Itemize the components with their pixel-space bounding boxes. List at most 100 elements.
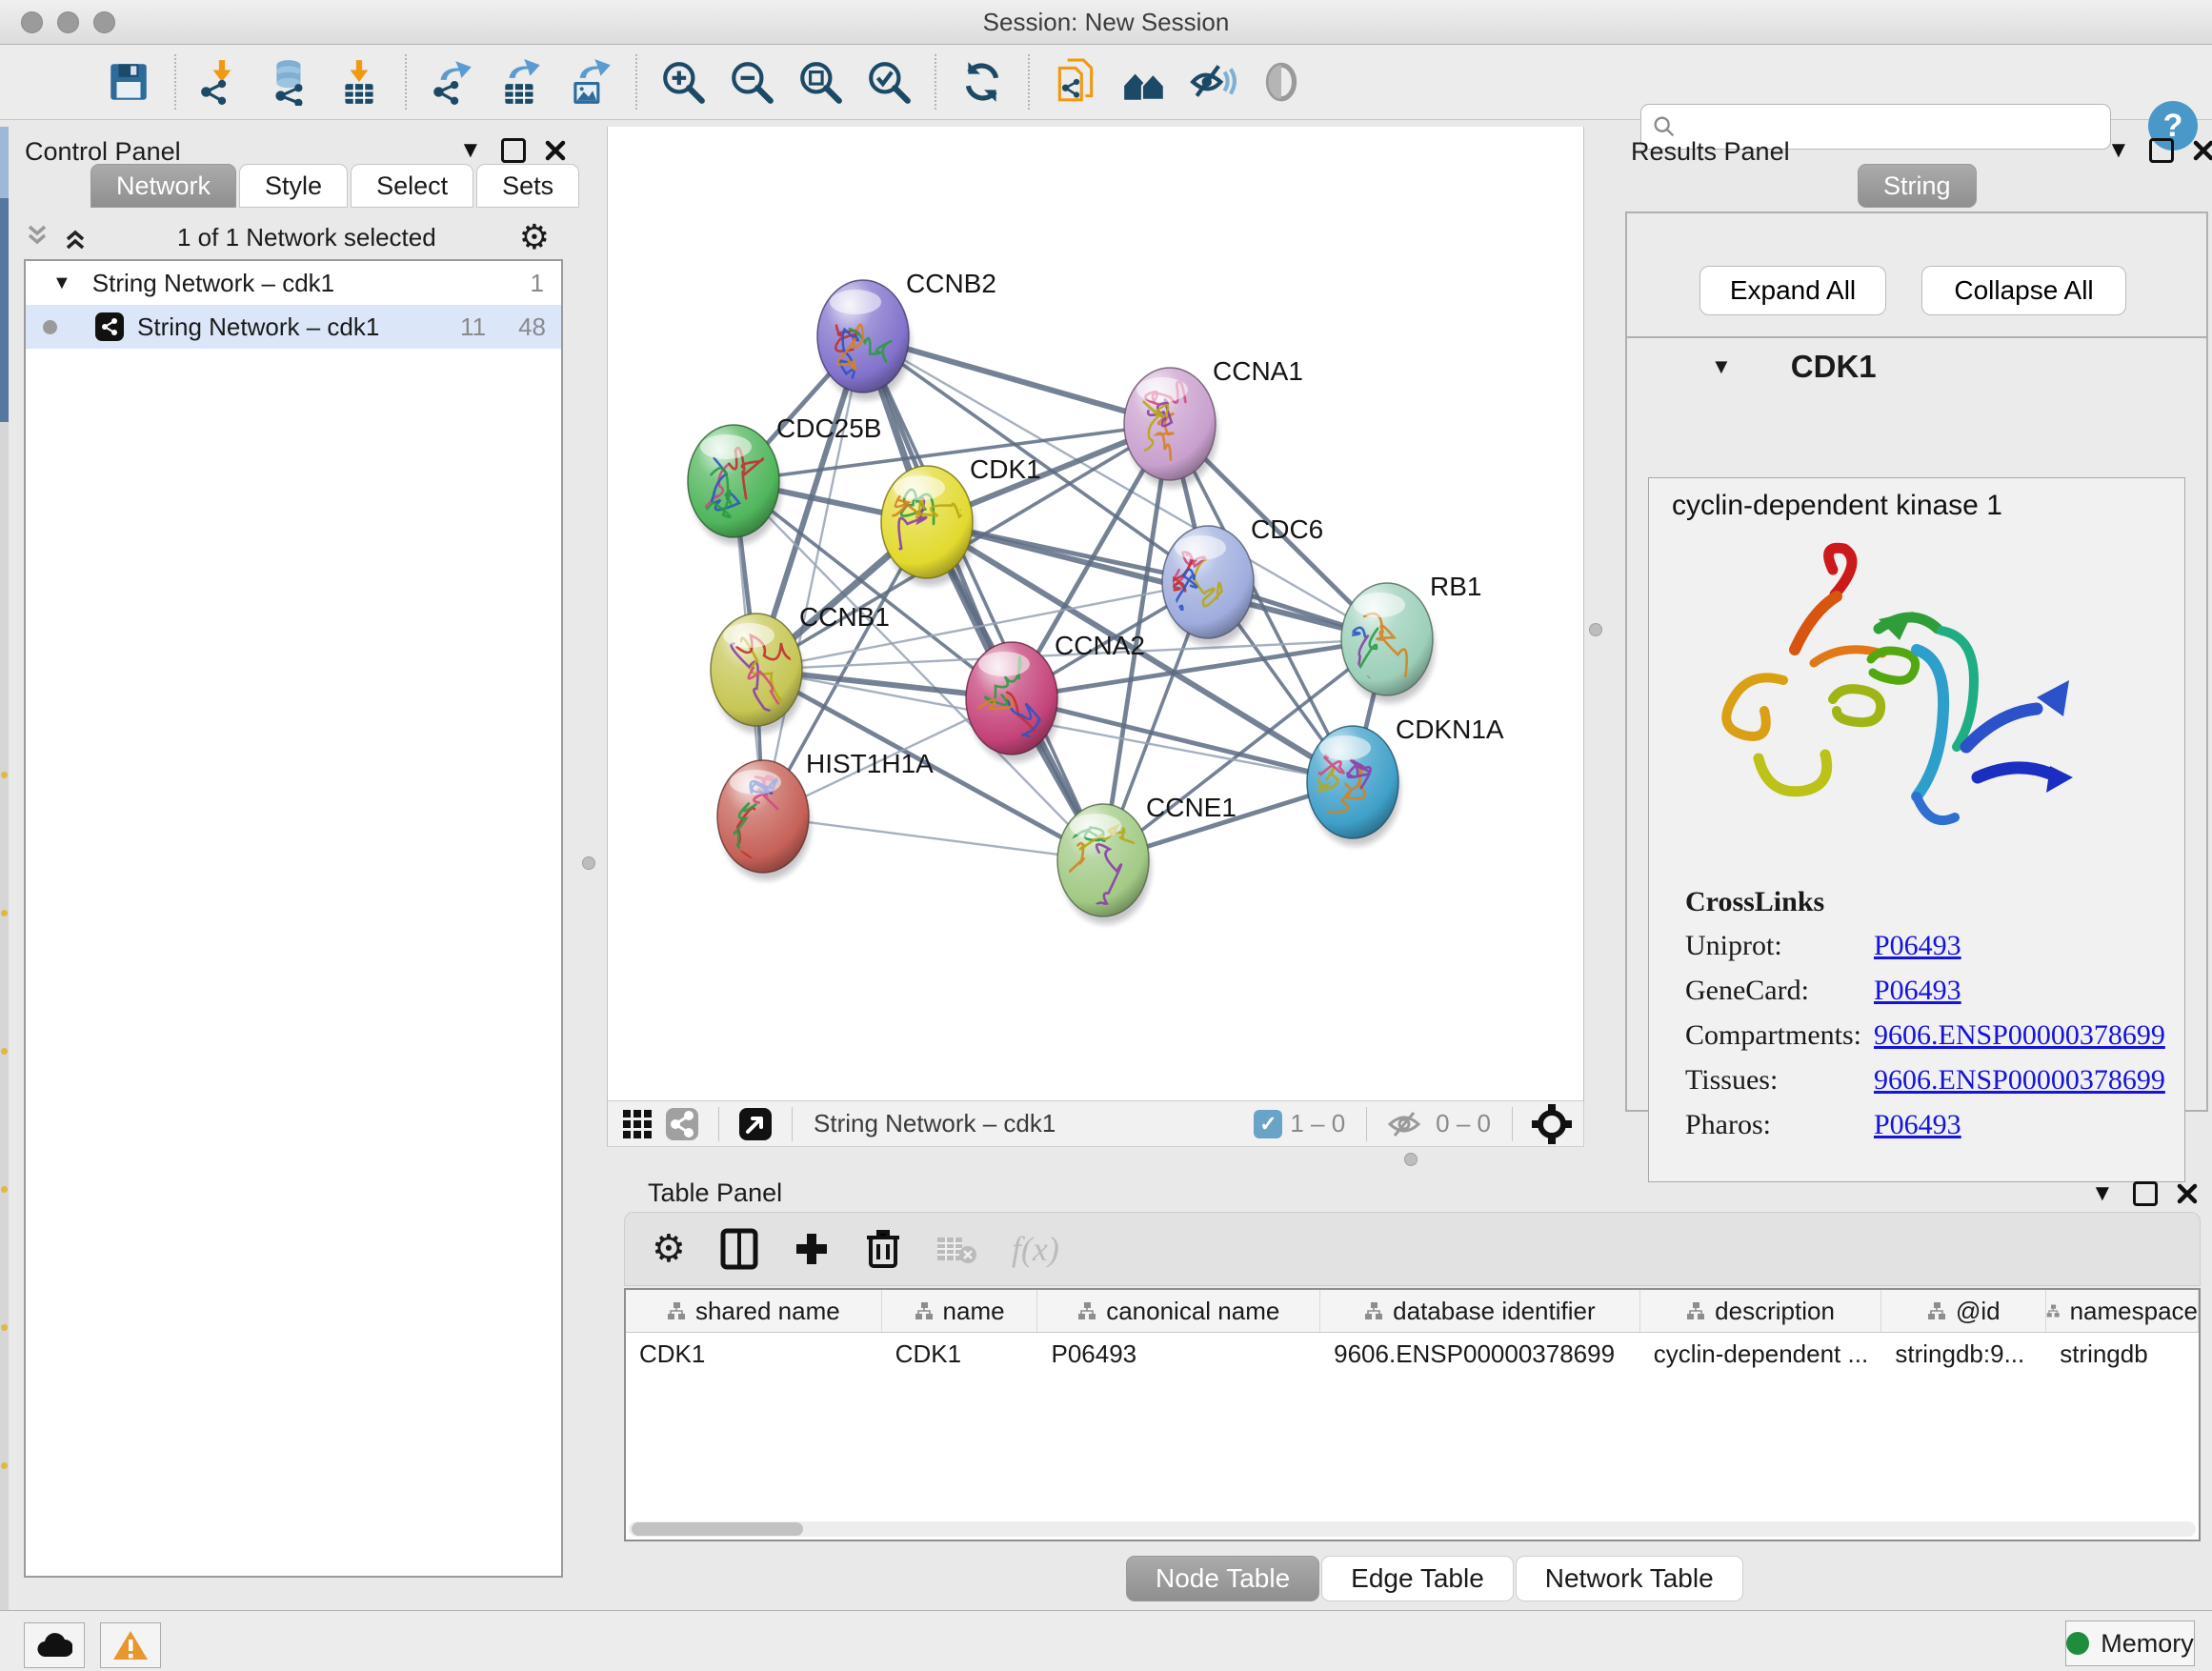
network-node-ccne1[interactable] xyxy=(1055,804,1149,916)
tab-node-table[interactable]: Node Table xyxy=(1126,1556,1319,1601)
collapse-all-networks-icon[interactable] xyxy=(24,223,56,252)
memory-button[interactable]: Memory xyxy=(2065,1621,2195,1666)
export-table-button[interactable] xyxy=(493,54,549,110)
collapse-all-button[interactable]: Collapse All xyxy=(1921,266,2126,315)
delete-column-icon[interactable] xyxy=(865,1228,901,1270)
crosslink-link[interactable]: P06493 xyxy=(1874,975,1961,1006)
right-divider-grip[interactable] xyxy=(1589,623,1602,636)
import-table-file-button[interactable] xyxy=(332,54,387,110)
network-node-ccnb2[interactable] xyxy=(817,280,909,394)
first-neighbors-button[interactable] xyxy=(1116,54,1172,110)
results-panel-close-icon[interactable] xyxy=(2193,140,2212,161)
crosslink-link[interactable]: 9606.ENSP00000378699 xyxy=(1874,1019,2165,1051)
zoom-selected-button[interactable] xyxy=(861,54,916,110)
tab-network[interactable]: Network xyxy=(90,164,236,208)
tab-select[interactable]: Select xyxy=(351,164,473,208)
cloud-status-button[interactable] xyxy=(24,1622,85,1668)
zoom-fit-icon xyxy=(796,58,844,106)
open-in-new-window-icon[interactable] xyxy=(738,1107,773,1141)
network-node-hist1h1a[interactable] xyxy=(717,760,809,873)
cloud-icon xyxy=(36,1632,72,1659)
expander-icon[interactable]: ▼ xyxy=(52,272,71,294)
network-canvas[interactable]: CCNB2CCNA1CDC25BCDK1CDC6RB1CCNB1CCNA2CDK… xyxy=(607,127,1584,1100)
control-panel-float-icon[interactable] xyxy=(501,138,526,163)
table-panel-close-icon[interactable] xyxy=(2177,1183,2198,1204)
gene-section-header[interactable]: ▼ CDK1 xyxy=(1627,338,2206,395)
expand-all-button[interactable]: Expand All xyxy=(1699,266,1886,315)
control-panel-menu-icon[interactable]: ▼ xyxy=(459,139,482,162)
warnings-button[interactable] xyxy=(100,1622,161,1668)
add-column-icon[interactable] xyxy=(793,1230,831,1268)
tab-string[interactable]: String xyxy=(1858,164,1977,208)
cell-shared-name[interactable]: CDK1 xyxy=(626,1333,882,1375)
export-image-button[interactable] xyxy=(562,54,617,110)
table-panel-float-icon[interactable] xyxy=(2133,1181,2158,1206)
network-node-rb1[interactable] xyxy=(1328,583,1433,714)
network-node-ccna1[interactable] xyxy=(1124,368,1216,480)
zoom-in-button[interactable] xyxy=(655,54,711,110)
network-options-gear-icon[interactable]: ⚙ xyxy=(519,220,550,254)
node-table-row[interactable]: CDK1CDK1P064939606.ENSP00000378699cyclin… xyxy=(626,1333,2199,1375)
grid-view-icon[interactable] xyxy=(621,1108,654,1140)
import-network-file-button[interactable] xyxy=(194,54,250,110)
cell-database-identifier[interactable]: 9606.ENSP00000378699 xyxy=(1320,1333,1640,1375)
crosslink-link[interactable]: 9606.ENSP00000378699 xyxy=(1874,1064,2165,1096)
table-panel-menu-icon[interactable]: ▼ xyxy=(2091,1182,2114,1205)
column-header-name[interactable]: name xyxy=(882,1290,1038,1332)
control-panel-close-icon[interactable] xyxy=(545,140,566,161)
gene-expander-icon[interactable]: ▼ xyxy=(1711,354,1732,379)
show-all-button[interactable] xyxy=(1254,54,1309,110)
selected-count-checkbox[interactable]: ✓ xyxy=(1254,1110,1282,1138)
horizontal-divider-grip[interactable] xyxy=(1404,1153,1418,1166)
zoom-out-icon xyxy=(728,58,775,106)
open-session-button[interactable] xyxy=(32,54,88,110)
cell-name[interactable]: CDK1 xyxy=(882,1333,1038,1375)
column-header-namespace[interactable]: namespace xyxy=(2046,1290,2199,1332)
tab-sets[interactable]: Sets xyxy=(476,164,579,208)
expand-all-networks-icon[interactable] xyxy=(62,223,94,252)
tab-style[interactable]: Style xyxy=(239,164,348,208)
crosslink-row: GeneCard:P06493 xyxy=(1685,975,2165,1019)
zoom-out-button[interactable] xyxy=(724,54,779,110)
network-row-selected[interactable]: String Network – cdk1 11 48 xyxy=(26,305,561,349)
memory-label: Memory xyxy=(2101,1629,2194,1659)
results-panel-float-icon[interactable] xyxy=(2149,138,2174,163)
string-style-badge-icon[interactable] xyxy=(665,1107,699,1141)
crosslink-label: Compartments: xyxy=(1685,1019,1874,1052)
export-network-button[interactable] xyxy=(425,54,480,110)
tab-network-table[interactable]: Network Table xyxy=(1516,1556,1743,1601)
column-header-description[interactable]: description xyxy=(1640,1290,1882,1332)
import-network-database-button[interactable] xyxy=(263,54,318,110)
table-settings-gear-icon[interactable]: ⚙ xyxy=(652,1227,686,1271)
network-collection-row[interactable]: ▼ String Network – cdk1 1 xyxy=(26,261,561,305)
column-header--id[interactable]: @id xyxy=(1881,1290,2046,1332)
results-panel-menu-icon[interactable]: ▼ xyxy=(2107,139,2130,162)
left-divider-grip[interactable] xyxy=(582,856,595,870)
crosslink-link[interactable]: P06493 xyxy=(1874,930,1961,961)
birds-eye-crosshair-icon[interactable] xyxy=(1532,1104,1572,1144)
save-session-button[interactable] xyxy=(101,54,156,110)
crosslink-label: Tissues: xyxy=(1685,1064,1874,1097)
cell-canonical-name[interactable]: P06493 xyxy=(1037,1333,1320,1375)
table-hscrollbar-thumb[interactable] xyxy=(632,1522,803,1536)
show-columns-icon[interactable] xyxy=(720,1228,758,1270)
cell--id[interactable]: stringdb:9... xyxy=(1881,1333,2046,1375)
cell-namespace[interactable]: stringdb xyxy=(2046,1333,2199,1375)
hidden-eye-icon[interactable] xyxy=(1386,1109,1422,1139)
column-header-shared-name[interactable]: shared name xyxy=(626,1290,882,1332)
tab-edge-table[interactable]: Edge Table xyxy=(1321,1556,1514,1601)
cell-description[interactable]: cyclin-dependent ... xyxy=(1640,1333,1882,1375)
network-selection-status: 1 of 1 Network selected xyxy=(94,223,519,252)
refresh-view-button[interactable] xyxy=(955,54,1010,110)
column-header-database-identifier[interactable]: database identifier xyxy=(1320,1290,1640,1332)
network-node-cdkn1a[interactable] xyxy=(1301,726,1399,838)
column-header-canonical-name[interactable]: canonical name xyxy=(1037,1290,1320,1332)
network-graph[interactable]: CCNB2CCNA1CDC25BCDK1CDC6RB1CCNB1CCNA2CDK… xyxy=(608,127,1585,1100)
zoom-fit-button[interactable] xyxy=(793,54,848,110)
network-node-cdc25b[interactable] xyxy=(675,425,779,537)
crosslinks-title: CrossLinks xyxy=(1685,886,2165,918)
hide-selected-button[interactable] xyxy=(1185,54,1240,110)
network-node-cdc6[interactable] xyxy=(1156,526,1254,638)
new-network-from-selection-button[interactable] xyxy=(1048,54,1103,110)
crosslink-link[interactable]: P06493 xyxy=(1874,1109,1961,1140)
